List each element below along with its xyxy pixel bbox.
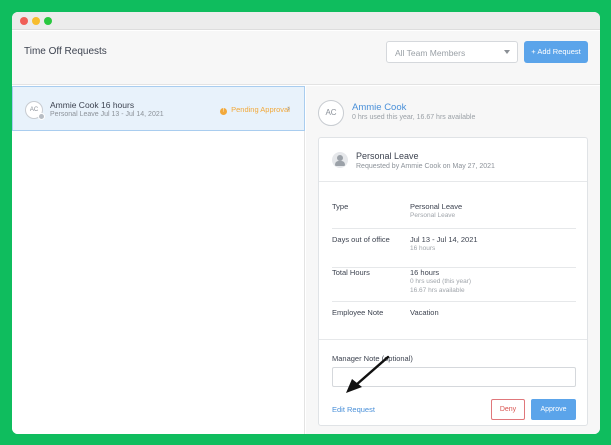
detail-value: Jul 13 - Jul 14, 2021: [410, 235, 478, 244]
detail-note: 0 hrs used (this year): [410, 278, 472, 285]
detail-value: 16 hours: [410, 268, 440, 277]
detail-label: Days out of office: [332, 235, 390, 244]
title-bar: [12, 12, 600, 30]
detail-row-days-out: Days out of office Jul 13 - Jul 14, 2021…: [332, 235, 576, 268]
detail-note: 16 hours: [410, 245, 436, 252]
detail-value: Vacation: [410, 308, 439, 317]
status-badge: ! Pending Approval: [220, 105, 290, 115]
detail-label: Employee Note: [332, 308, 384, 317]
warning-icon: !: [220, 108, 227, 115]
request-title: Personal Leave: [356, 151, 419, 161]
user-icon: [332, 152, 348, 168]
add-request-button[interactable]: + Add Request: [524, 41, 588, 63]
employee-name-link[interactable]: Ammie Cook: [352, 102, 406, 113]
avatar-initials: AC: [29, 107, 39, 113]
header-bar: Time Off Requests All Team Members + Add…: [12, 31, 600, 85]
list-item-name: Ammie Cook 16 hours: [50, 100, 135, 110]
caret-down-icon: [504, 50, 510, 54]
chevron-right-icon[interactable]: ›: [287, 103, 290, 113]
user-icon: [38, 113, 45, 120]
arrow-annotation-icon: [346, 355, 390, 393]
detail-label: Total Hours: [332, 268, 370, 277]
deny-button[interactable]: Deny: [491, 399, 525, 420]
detail-label: Type: [332, 202, 349, 211]
employee-hours-summary: 0 hrs used this year, 16.67 hrs availabl…: [352, 114, 476, 121]
edit-request-link[interactable]: Edit Request: [332, 405, 375, 414]
maximize-dot-icon[interactable]: [44, 17, 52, 25]
divider: [319, 339, 587, 340]
requested-by: Requested by Ammie Cook on May 27, 2021: [356, 163, 495, 170]
team-filter-value: All Team Members: [395, 48, 466, 58]
close-dot-icon[interactable]: [20, 17, 28, 25]
approve-button[interactable]: Approve: [531, 399, 576, 420]
request-list: AC Ammie Cook 16 hours Personal Leave Ju…: [12, 86, 305, 434]
detail-row-employee-note: Employee Note Vacation: [332, 308, 576, 333]
minimize-dot-icon[interactable]: [32, 17, 40, 25]
detail-row-type: Type Personal Leave Personal Leave: [332, 202, 576, 229]
avatar: AC: [25, 101, 45, 120]
detail-value: Personal Leave: [410, 202, 463, 211]
detail-row-total-hours: Total Hours 16 hours 0 hrs used (this ye…: [332, 268, 576, 302]
request-card-header: Personal Leave Requested by Ammie Cook o…: [319, 138, 587, 182]
status-label: Pending Approval: [231, 105, 290, 114]
detail-note: 16.67 hrs available: [410, 287, 465, 294]
team-filter-select[interactable]: All Team Members: [386, 41, 518, 63]
page-title: Time Off Requests: [24, 46, 107, 57]
avatar: AC: [318, 100, 344, 126]
app-window: Time Off Requests All Team Members + Add…: [12, 12, 600, 434]
detail-note: Personal Leave: [410, 212, 456, 219]
list-item-subtitle: Personal Leave Jul 13 - Jul 14, 2021: [50, 111, 164, 118]
list-item[interactable]: AC Ammie Cook 16 hours Personal Leave Ju…: [12, 86, 305, 131]
